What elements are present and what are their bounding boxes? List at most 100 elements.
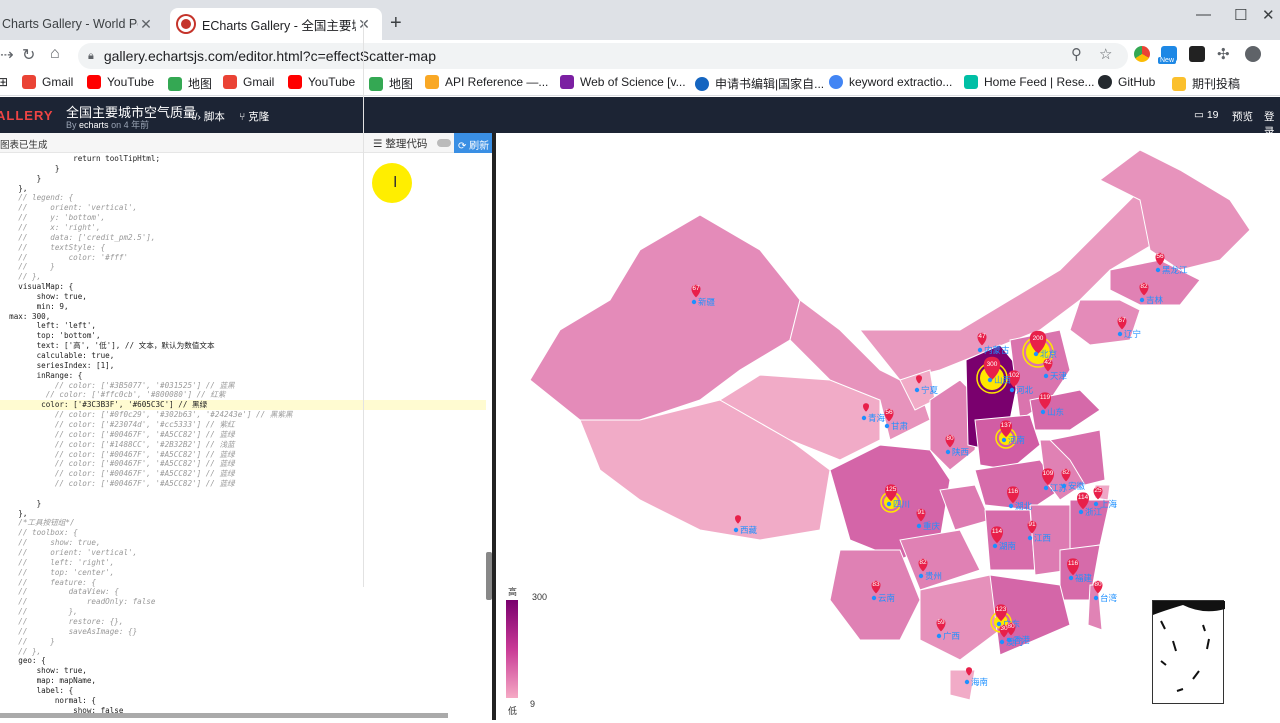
code-line[interactable]: // }, — [0, 272, 486, 282]
bookmark-nsfc[interactable]: 申请书编辑|国家自... — [695, 75, 824, 92]
code-line[interactable]: // } — [0, 637, 486, 647]
code-line[interactable]: text: ['高', '低'], // 文本，默认为数值文本 — [0, 341, 486, 351]
bookmark-journal[interactable]: 期刊投稿 — [1172, 75, 1240, 92]
new-tab-button[interactable]: + — [390, 12, 402, 35]
bookmark-gmail[interactable]: Gmail — [22, 75, 73, 89]
code-line[interactable]: /*工具按钮组*/ — [0, 518, 486, 528]
code-line[interactable]: show: true, — [0, 292, 486, 302]
code-line[interactable]: min: 9, — [0, 302, 486, 312]
code-line[interactable]: // }, — [0, 607, 486, 617]
code-line[interactable]: // color: ['#0f0c29', '#302b63', '#24243… — [0, 410, 486, 420]
code-line[interactable]: }, — [0, 509, 486, 519]
bookmark-maps[interactable]: 地图 — [168, 75, 212, 92]
bookmark-star-icon[interactable]: ☆ — [1099, 45, 1112, 63]
gallery-logo[interactable]: ALLERY — [0, 108, 54, 123]
code-line[interactable]: // show: true, — [0, 538, 486, 548]
tab-charts-gallery[interactable]: Charts Gallery - World Populat ✕ — [0, 8, 164, 40]
bookmark-gmail[interactable]: Gmail — [223, 75, 274, 89]
code-line[interactable]: seriesIndex: [1], — [0, 361, 486, 371]
code-line[interactable]: // y: 'bottom', — [0, 213, 486, 223]
editor-horizontal-scrollbar[interactable] — [0, 713, 448, 718]
code-line[interactable]: label: { — [0, 686, 486, 696]
bookmark-maps[interactable]: 地图 — [369, 75, 413, 92]
code-line[interactable]: // color: ['#00467F', '#A5CC82'] // 蓝绿 — [0, 450, 486, 460]
code-line[interactable]: return toolTipHtml; — [0, 154, 486, 164]
maximize-button[interactable]: ☐ — [1234, 6, 1247, 24]
bookmark-keyword-extraction[interactable]: keyword extractio... — [829, 75, 952, 89]
code-line[interactable]: normal: { — [0, 696, 486, 706]
code-line[interactable]: // }, — [0, 647, 486, 657]
author-link[interactable]: echarts — [79, 120, 109, 130]
bookmark-researchgate[interactable]: Home Feed | Rese... — [964, 75, 1095, 89]
code-line[interactable]: // orient: 'vertical', — [0, 548, 486, 558]
close-window-button[interactable]: ✕ — [1262, 6, 1275, 24]
code-line[interactable]: // color: ['#00467F', '#A5CC82'] // 蓝绿 — [0, 459, 486, 469]
tab-echarts-gallery[interactable]: ECharts Gallery - 全国主要城市 ✕ — [170, 8, 382, 40]
chrome-extension-icon[interactable] — [1134, 46, 1150, 62]
code-line[interactable]: // top: 'center', — [0, 568, 486, 578]
code-line[interactable]: // orient: 'vertical', — [0, 203, 486, 213]
code-line[interactable]: visualMap: { — [0, 282, 486, 292]
code-line[interactable]: // color: ['#00467F', '#A5CC82'] // 蓝绿 — [0, 430, 486, 440]
apps-icon[interactable]: ⊞ — [0, 75, 8, 89]
province-region[interactable] — [829, 549, 921, 641]
code-line[interactable]: // restore: {}, — [0, 617, 486, 627]
code-line[interactable] — [0, 489, 486, 499]
toggle-switch[interactable] — [437, 139, 451, 147]
comments-link[interactable]: ▭ 19 — [1194, 109, 1219, 121]
code-line[interactable]: // saveAsImage: {} — [0, 627, 486, 637]
code-line[interactable]: geo: { — [0, 656, 486, 666]
script-link[interactable]: ‹/› 脚本 — [191, 109, 225, 124]
code-line[interactable]: // legend: { — [0, 193, 486, 203]
bookmark-api-reference[interactable]: API Reference —... — [425, 75, 548, 89]
forward-icon[interactable]: ⇢ — [0, 45, 13, 65]
code-line[interactable]: // color: ['#00467F', '#A5CC82'] // 蓝绿 — [0, 479, 486, 489]
clone-link[interactable]: ⑂ 克隆 — [239, 109, 269, 124]
code-line[interactable]: top: 'bottom', — [0, 331, 486, 341]
code-line[interactable]: } — [0, 164, 486, 174]
puzzle-icon[interactable]: ✣ — [1217, 45, 1230, 63]
code-line[interactable]: // feature: { — [0, 578, 486, 588]
code-line[interactable]: color: ['#3C3B3F', '#605C3C'] // 黑绿 — [0, 400, 486, 411]
code-line[interactable]: // color: '#fff' — [0, 253, 486, 263]
province-region[interactable] — [919, 574, 1001, 661]
code-line[interactable]: // color: ['#23074d', '#cc5333'] // 紫红 — [0, 420, 486, 430]
visualmap-gradient-bar[interactable] — [506, 600, 518, 698]
address-bar[interactable]: 🔒︎ gallery.echartsjs.com/editor.html?c=e… — [78, 43, 1128, 69]
code-line[interactable]: // } — [0, 262, 486, 272]
extension-dark-icon[interactable] — [1189, 46, 1205, 62]
code-line[interactable]: }, — [0, 184, 486, 194]
bookmark-youtube[interactable]: YouTube — [87, 75, 154, 89]
code-line[interactable]: // x: 'right', — [0, 223, 486, 233]
zoom-search-icon[interactable]: ⚲ — [1071, 45, 1082, 63]
reload-icon[interactable]: ↻ — [22, 45, 35, 65]
code-line[interactable]: // left: 'right', — [0, 558, 486, 568]
code-line[interactable]: show: true, — [0, 666, 486, 676]
code-line[interactable]: map: mapName, — [0, 676, 486, 686]
code-line[interactable]: calculable: true, — [0, 351, 486, 361]
bookmark-web-of-science[interactable]: Web of Science [v... — [560, 75, 686, 89]
code-line[interactable]: // color: ['#00467F', '#A5CC82'] // 蓝绿 — [0, 469, 486, 479]
close-tab-icon[interactable]: ✕ — [138, 16, 154, 33]
code-line[interactable]: inRange: { — [0, 371, 486, 381]
format-code-button[interactable]: ☰ 整理代码 — [373, 136, 427, 151]
profile-avatar[interactable] — [1245, 46, 1261, 62]
bookmark-github[interactable]: GitHub — [1098, 75, 1155, 89]
refresh-button[interactable]: ⟳ 刷新 — [454, 133, 492, 153]
code-line[interactable]: // toolbox: { — [0, 528, 486, 538]
code-line[interactable]: // data: ['credit_pm2.5'], — [0, 233, 486, 243]
close-tab-icon[interactable]: ✕ — [356, 16, 372, 33]
code-line[interactable]: // textStyle: { — [0, 243, 486, 253]
code-line[interactable]: // color: ['#3B5077', '#031525'] // 蓝黑 — [0, 381, 486, 391]
bookmark-youtube[interactable]: YouTube — [288, 75, 355, 89]
code-line[interactable]: // color: ['#1488CC', '#2B32B2'] // 浅蓝 — [0, 440, 486, 450]
province-region[interactable] — [1087, 584, 1103, 631]
code-line[interactable]: max: 300, — [0, 312, 486, 322]
code-line[interactable]: // dataView: { — [0, 587, 486, 597]
code-line[interactable]: } — [0, 174, 486, 184]
code-line[interactable]: left: 'left', — [0, 321, 486, 331]
preview-link[interactable]: 预览 — [1232, 109, 1253, 124]
code-line[interactable]: } — [0, 499, 486, 509]
code-line[interactable]: // readOnly: false — [0, 597, 486, 607]
home-icon[interactable]: ⌂ — [50, 45, 60, 63]
